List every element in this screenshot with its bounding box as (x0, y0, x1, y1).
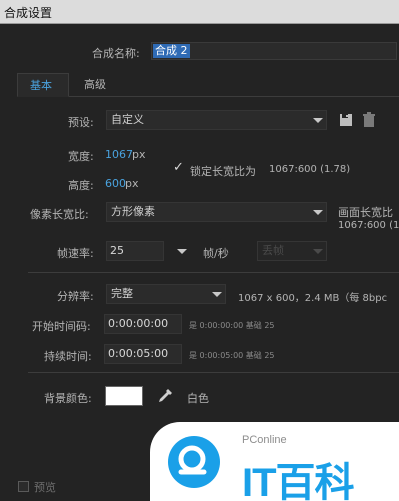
duration-input[interactable]: 0:00:05:00 (104, 344, 182, 364)
separator (28, 372, 399, 373)
resolution-info: 1067 x 600，2.4 MB（每 8bpc (238, 293, 388, 304)
width-unit: px (132, 148, 146, 161)
chevron-down-icon (313, 210, 323, 215)
frame-rate-label: 帧速率: (57, 247, 94, 260)
magnifier-icon (168, 436, 220, 488)
pixel-aspect-value: 方形像素 (111, 205, 155, 218)
watermark-brand-large: IT百科 (242, 461, 355, 501)
lock-aspect-label: 锁定长宽比为 (190, 165, 256, 178)
duration-info: 是 0:00:05:00 基础 25 (189, 351, 275, 360)
pixel-aspect-label: 像素长宽比: (30, 208, 89, 221)
frame-rate-input[interactable]: 25 (106, 241, 164, 261)
start-timecode-info: 是 0:00:00:00 基础 25 (189, 321, 275, 330)
resolution-value: 完整 (111, 287, 133, 300)
chevron-down-icon (313, 118, 323, 123)
chevron-down-icon (313, 249, 323, 254)
eyedropper-icon[interactable] (157, 388, 173, 404)
checkmark-icon: ✓ (173, 160, 184, 175)
height-unit: px (125, 177, 139, 190)
frame-rate-value: 25 (110, 244, 124, 257)
drop-frame-value: 丢帧 (262, 244, 284, 257)
preset-value: 自定义 (111, 113, 144, 126)
preset-label: 预设: (68, 116, 94, 129)
bg-color-label: 背景颜色: (44, 392, 92, 405)
height-value[interactable]: 600 (105, 177, 126, 190)
drop-frame-dropdown[interactable]: 丢帧 (257, 241, 327, 261)
comp-name-value: 合成 2 (153, 44, 190, 58)
start-timecode-input[interactable]: 0:00:00:00 (104, 314, 182, 334)
watermark-brand-small: PConline (242, 434, 287, 446)
preset-dropdown[interactable]: 自定义 (106, 110, 327, 130)
frame-rate-dropdown[interactable] (174, 245, 190, 257)
frame-rate-unit: 帧/秒 (203, 247, 229, 260)
tab-basic[interactable]: 基本 (17, 73, 69, 97)
comp-name-label: 合成名称: (92, 47, 140, 60)
width-label: 宽度: (68, 150, 94, 163)
trash-icon[interactable] (362, 112, 376, 128)
duration-value: 0:00:05:00 (108, 347, 169, 360)
window-title: 合成设置 (4, 6, 53, 20)
chevron-down-icon (212, 292, 222, 297)
preview-label: 预览 (34, 481, 56, 494)
duration-label: 持续时间: (44, 350, 92, 363)
preview-checkbox[interactable] (18, 481, 29, 492)
bg-color-name: 白色 (187, 392, 209, 405)
frame-aspect-value: 1067:600 (1 (338, 220, 399, 231)
lock-aspect-checkbox[interactable]: ✓ (172, 160, 186, 176)
save-icon[interactable] (338, 112, 354, 128)
pixel-aspect-dropdown[interactable]: 方形像素 (106, 202, 327, 222)
chevron-down-icon (177, 249, 187, 254)
separator (28, 272, 399, 273)
resolution-label: 分辨率: (57, 290, 94, 303)
start-timecode-value: 0:00:00:00 (108, 317, 169, 330)
frame-aspect-label: 画面长宽比 (338, 206, 393, 219)
start-timecode-label: 开始时间码: (32, 320, 91, 333)
bg-color-swatch[interactable] (105, 386, 143, 406)
watermark-logo: PConline IT百科 (150, 422, 399, 501)
height-label: 高度: (68, 179, 94, 192)
width-value[interactable]: 1067 (105, 148, 133, 161)
lock-aspect-value: 1067:600 (1.78) (269, 164, 351, 175)
tab-advanced[interactable]: 高级 (72, 73, 118, 97)
resolution-dropdown[interactable]: 完整 (106, 284, 226, 304)
title-bar: 合成设置 (0, 0, 399, 24)
comp-name-input[interactable]: 合成 2 (151, 42, 397, 60)
